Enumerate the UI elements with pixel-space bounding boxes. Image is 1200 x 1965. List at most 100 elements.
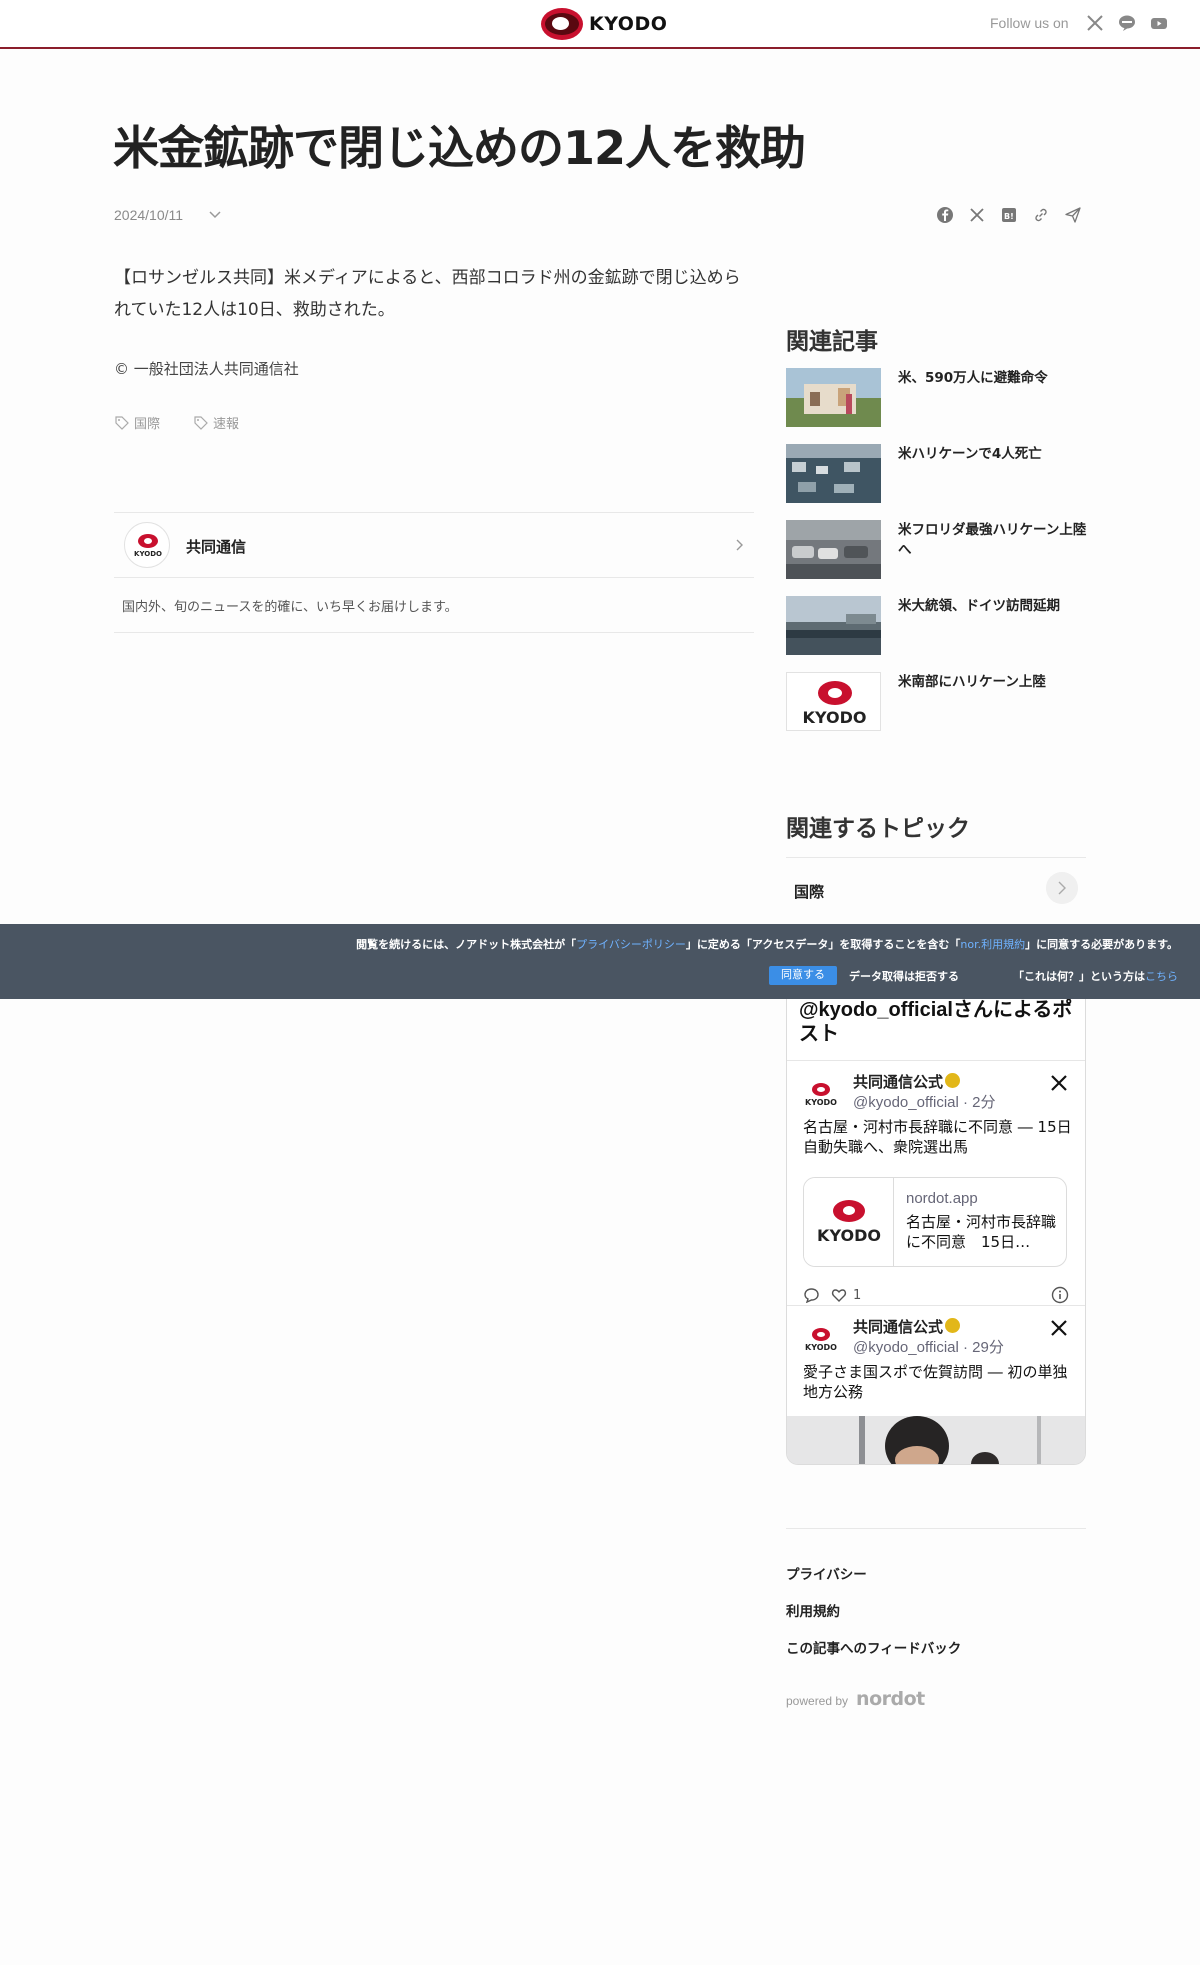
chevron-right-icon: [736, 539, 743, 551]
link-icon[interactable]: [1032, 206, 1050, 224]
x-icon[interactable]: [1085, 13, 1105, 33]
related-item[interactable]: 米ハリケーンで4人死亡: [786, 444, 1086, 504]
logo-mark-icon: [818, 681, 852, 705]
logo-mark-icon: [833, 1200, 865, 1222]
hatena-bookmark-icon[interactable]: B!: [1000, 206, 1018, 224]
topics-heading: 関連するトピック: [786, 816, 970, 842]
decline-button[interactable]: データ取得は拒否する: [849, 968, 959, 984]
chevron-down-icon[interactable]: [207, 208, 223, 222]
logo-mark-icon: [812, 1083, 830, 1096]
tag-icon: [115, 415, 129, 430]
article-title: 米金鉱跡で閉じ込めの12人を救助: [113, 121, 806, 175]
site-header: KYODO Follow us on: [0, 0, 1200, 49]
card-image-text: KYODO: [817, 1226, 881, 1245]
topic-item-international[interactable]: 国際: [786, 857, 1086, 919]
tweet[interactable]: KYODO 共同通信公式 @kyodo_official · 29分 愛子さま国…: [787, 1305, 1085, 1464]
tag-breaking[interactable]: 速報: [193, 413, 239, 432]
link-card-title: 名古屋・河村市長辞職に不同意 15日…: [906, 1213, 1057, 1251]
tweet-actions: 1: [803, 1285, 1069, 1305]
article-date: 2024/10/11: [114, 207, 184, 223]
x-icon[interactable]: [1049, 1318, 1069, 1338]
related-thumbnail: [786, 444, 881, 503]
publisher-description: 国内外、旬のニュースを的確に、いち早くお届けします。: [114, 578, 754, 633]
avatar-text: KYODO: [805, 1098, 837, 1107]
tweet-photo[interactable]: [787, 1416, 1085, 1464]
privacy-link[interactable]: プライバシー: [786, 1563, 867, 1583]
twitter-heading: @kyodo_officialさんによるポスト: [799, 999, 1073, 1045]
publisher-row[interactable]: KYODO 共同通信: [114, 512, 754, 578]
line-icon[interactable]: [1117, 13, 1137, 33]
avatar[interactable]: KYODO: [803, 1322, 839, 1358]
kyodo-logo[interactable]: KYODO: [541, 7, 667, 41]
related-title: 米大統領、ドイツ訪問延期: [898, 598, 1060, 614]
x-icon[interactable]: [1049, 1073, 1069, 1093]
reply-icon[interactable]: [803, 1287, 820, 1303]
agree-button[interactable]: 同意する: [769, 966, 837, 985]
verified-badge-icon: [945, 1073, 960, 1088]
link-card-domain: nordot.app: [906, 1190, 978, 1207]
related-thumbnail: [786, 520, 881, 579]
related-item[interactable]: 米フロリダ最強ハリケーン上陸へ: [786, 520, 1086, 580]
powered-by[interactable]: powered by nordot: [786, 1688, 925, 1710]
svg-text:B!: B!: [1004, 212, 1014, 221]
feedback-link[interactable]: この記事へのフィードバック: [786, 1637, 961, 1657]
related-thumbnail: [786, 596, 881, 655]
logo-mark-icon: [138, 534, 158, 548]
send-icon[interactable]: [1064, 206, 1082, 224]
twitter-timeline[interactable]: @kyodo_officialさんによるポスト KYODO 共同通信公式 @ky…: [786, 994, 1086, 1465]
related-item[interactable]: 米大統領、ドイツ訪問延期: [786, 596, 1086, 656]
tweet[interactable]: KYODO 共同通信公式 @kyodo_official · 2分 名古屋・河村…: [787, 1060, 1085, 1305]
nordot-logo: nordot: [856, 1688, 925, 1710]
footer-divider: [786, 1528, 1086, 1529]
avatar-text: KYODO: [134, 550, 162, 558]
follow-label: Follow us on: [990, 15, 1069, 31]
tweet-text: 名古屋・河村市長辞職に不同意 ― 15日自動失職へ、衆院選出馬: [803, 1118, 1072, 1156]
powered-by-label: powered by: [786, 1694, 849, 1708]
chevron-right-icon[interactable]: [1046, 872, 1078, 904]
terms-of-use-link[interactable]: nor.利用規約: [960, 938, 1025, 951]
like-icon[interactable]: [831, 1287, 847, 1303]
related-title: 米、590万人に避難命令: [898, 370, 1048, 386]
tweet-text: 愛子さま国スポで佐賀訪問 ― 初の単独地方公務: [803, 1363, 1068, 1401]
tweet-author[interactable]: 共同通信公式: [853, 1071, 943, 1092]
related-title: 米ハリケーンで4人死亡: [898, 446, 1042, 462]
related-thumbnail: KYODO: [786, 672, 881, 731]
logo-mark-icon: [812, 1328, 830, 1341]
tweet-handle[interactable]: @kyodo_official · 29分: [853, 1336, 1004, 1357]
tag-label: 国際: [134, 417, 161, 432]
whats-this-link[interactable]: こちら: [1145, 970, 1178, 983]
whats-this: 「これは何？」という方はこちら: [1013, 968, 1178, 984]
privacy-policy-link[interactable]: プライバシーポリシー: [576, 938, 686, 951]
consent-text: 閲覧を続けるには、ノアドット株式会社が「プライバシーポリシー」に定める「アクセス…: [356, 936, 1178, 952]
thumbnail-text: KYODO: [802, 708, 867, 727]
tweet-author[interactable]: 共同通信公式: [853, 1316, 943, 1337]
logo-mark-icon: [541, 8, 583, 40]
tweet-handle[interactable]: @kyodo_official · 2分: [853, 1091, 996, 1112]
avatar[interactable]: KYODO: [803, 1077, 839, 1113]
avatar-text: KYODO: [805, 1343, 837, 1352]
tag-international[interactable]: 国際: [114, 413, 160, 432]
related-title: 米フロリダ最強ハリケーン上陸へ: [898, 522, 1087, 558]
youtube-icon[interactable]: [1149, 13, 1169, 33]
terms-link[interactable]: 利用規約: [786, 1600, 840, 1620]
verified-badge-icon: [945, 1318, 960, 1333]
copyright: © 一般社団法人共同通信社: [114, 360, 299, 378]
consent-text-part: 」に定める「アクセスデータ」を取得することを含む「: [685, 938, 961, 951]
related-heading: 関連記事: [786, 329, 878, 355]
whats-this-label: 「これは何？」という方は: [1013, 970, 1145, 983]
article-body: 【ロサンゼルス共同】米メディアによると、西部コロラド州の金鉱跡で閉じ込められてい…: [114, 268, 741, 320]
related-item[interactable]: 米、590万人に避難命令: [786, 368, 1086, 428]
tag-icon: [194, 415, 208, 430]
facebook-icon[interactable]: [936, 206, 954, 224]
info-icon[interactable]: [1051, 1286, 1069, 1304]
publisher-name: 共同通信: [186, 538, 247, 556]
x-icon[interactable]: [968, 206, 986, 224]
consent-text-part: 閲覧を続けるには、ノアドット株式会社が「: [356, 938, 577, 951]
tag-label: 速報: [213, 417, 240, 432]
consent-text-part: 」に同意する必要があります。: [1025, 938, 1178, 951]
related-thumbnail: [786, 368, 881, 427]
logo-text: KYODO: [589, 13, 668, 35]
link-card[interactable]: KYODO nordot.app 名古屋・河村市長辞職に不同意 15日…: [803, 1177, 1067, 1267]
related-item[interactable]: KYODO 米南部にハリケーン上陸: [786, 672, 1086, 732]
related-title: 米南部にハリケーン上陸: [898, 674, 1046, 690]
